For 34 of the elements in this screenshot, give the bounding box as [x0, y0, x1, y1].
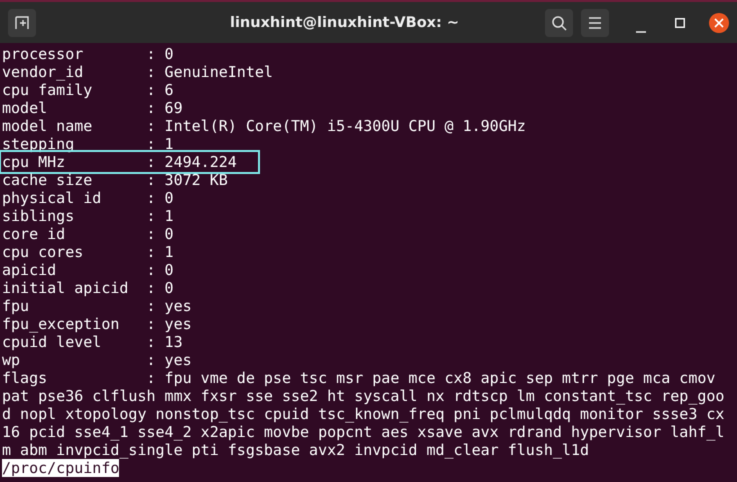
output-line: cpuid level : 13 — [2, 333, 183, 351]
minimize-icon — [636, 30, 646, 32]
output-line: apicid : 0 — [2, 261, 174, 279]
output-line: fpu : yes — [2, 297, 192, 315]
search-button[interactable] — [545, 8, 573, 36]
output-line: fpu_exception : yes — [2, 315, 192, 333]
menu-button[interactable] — [581, 8, 609, 36]
output-line: pat pse36 clflush mmx fxsr sse sse2 ht syscall nx rdtscp lm constant_tsc rep_goo — [2, 387, 724, 405]
output-line: physical id : 0 — [2, 189, 174, 207]
output-line: model : 69 — [2, 99, 183, 117]
output-line: flags : fpu vme de pse tsc msr pae mce cx8 apic sep mtrr pge mca cmov — [2, 369, 716, 387]
output-line: initial apicid : 0 — [2, 279, 174, 297]
search-icon — [551, 14, 567, 30]
output-line: cache size : 3072 KB — [2, 171, 228, 189]
output-line: model name : Intel(R) Core(TM) i5-4300U CPU @ 1.90GHz — [2, 117, 526, 135]
window-title: linuxhint@linuxhint-VBox: ~ — [228, 14, 460, 30]
output-line: cpu MHz : 2494.224 — [2, 153, 257, 171]
output-line: d nopl xtopology nonstop_tsc cpuid tsc_known_freq pni pclmulqdq monitor ssse3 cx — [2, 405, 724, 423]
pager-prompt: /proc/cpuinfo — [2, 459, 120, 477]
output-line: cpu cores : 1 — [2, 243, 174, 261]
output-line: processor : 0 — [2, 45, 174, 63]
output-line: wp : yes — [2, 351, 192, 369]
output-line: core id : 0 — [2, 225, 174, 243]
output-line: cpu family : 6 — [2, 81, 174, 99]
output-line: siblings : 1 — [2, 207, 174, 225]
menu-icon — [588, 16, 602, 28]
output-line: 16 pcid sse4_1 sse4_2 x2apic movbe popcnt aes xsave avx rdrand hypervisor lahf_l — [2, 423, 724, 441]
output-line: vendor_id : GenuineIntel — [2, 63, 273, 81]
close-icon — [714, 18, 724, 28]
maximize-icon — [675, 18, 685, 28]
close-button[interactable] — [709, 12, 729, 32]
output-line: m abm invpcid_single pti fsgsbase avx2 invpcid md_clear flush_l1d — [2, 441, 589, 459]
new-tab-icon — [14, 14, 30, 30]
new-tab-button[interactable] — [8, 8, 36, 36]
